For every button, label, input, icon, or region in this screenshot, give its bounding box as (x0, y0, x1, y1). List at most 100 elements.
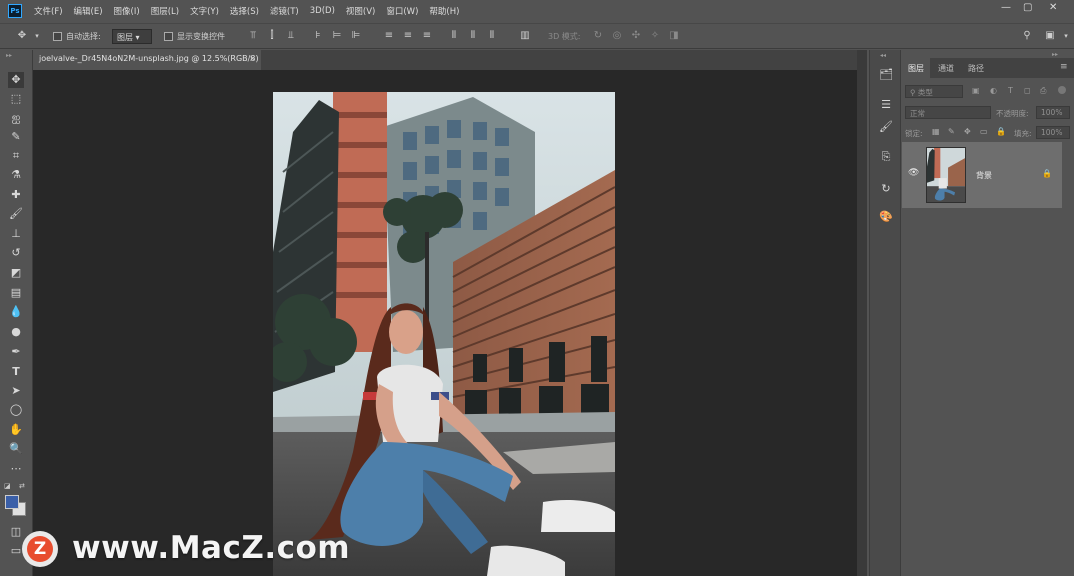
lock-position-icon[interactable]: ✥ (964, 127, 971, 136)
tab-channels[interactable]: 通道 (932, 58, 960, 78)
menu-help[interactable]: 帮助(H) (429, 5, 459, 17)
search-icon[interactable]: ⚲ (1021, 30, 1033, 42)
foreground-color-swatch[interactable] (5, 495, 19, 509)
layer-filter-dropdown[interactable]: ⚲ 类型 (905, 85, 963, 98)
distribute-top-icon[interactable]: ≡ (383, 30, 395, 42)
brush-settings-icon[interactable]: 🖌 (877, 118, 895, 136)
show-transform-checkbox[interactable] (164, 32, 173, 41)
dock-collapse-icon[interactable]: ◂◂ (880, 52, 886, 59)
lock-all-icon[interactable]: 🔒 (996, 127, 1006, 136)
3d-drag-icon[interactable]: ✣ (630, 30, 642, 42)
canvas-area[interactable] (33, 70, 857, 576)
ellipse-tool-icon[interactable]: ◯ (8, 402, 24, 418)
path-select-tool-icon[interactable]: ➤ (8, 383, 24, 399)
more-tools-icon[interactable]: ⋯ (8, 461, 24, 477)
align-hcenter-icon[interactable]: ⊨ (331, 30, 343, 42)
healing-brush-tool-icon[interactable]: ✚ (8, 187, 24, 203)
quick-select-tool-icon[interactable]: ✎ (8, 129, 24, 145)
align-left-icon[interactable]: ⊧ (312, 30, 324, 42)
rotate-panel-icon[interactable]: ↻ (877, 180, 895, 198)
visibility-eye-icon[interactable]: 👁 (908, 168, 919, 178)
minimize-button[interactable]: — (1001, 2, 1011, 13)
gradient-tool-icon[interactable]: ▤ (8, 285, 24, 301)
menu-3d[interactable]: 3D(D) (310, 6, 335, 16)
eyedropper-tool-icon[interactable]: ⚗ (8, 167, 24, 183)
menu-filter[interactable]: 滤镜(T) (270, 5, 299, 17)
filter-toggle[interactable] (1058, 86, 1066, 94)
3d-scale-icon[interactable]: ◨ (668, 30, 680, 42)
distribute-vcenter-icon[interactable]: ≡ (402, 30, 414, 42)
filter-smart-icon[interactable]: ⎙ (1040, 86, 1046, 96)
toolbar-grip-icon[interactable]: ▸▸ (6, 52, 26, 59)
lock-artboard-icon[interactable]: ▭ (980, 127, 988, 136)
type-tool-icon[interactable]: T (8, 364, 24, 380)
auto-select-checkbox[interactable] (53, 32, 62, 41)
auto-select-target-dropdown[interactable]: 图层 ▾ (112, 29, 152, 44)
eraser-tool-icon[interactable]: ◩ (8, 265, 24, 281)
3d-slide-icon[interactable]: ✧ (649, 30, 661, 42)
move-tool-icon[interactable]: ✥ (8, 72, 24, 88)
blur-tool-icon[interactable]: 💧 (8, 304, 24, 320)
clone-stamp-tool-icon[interactable]: ⊥ (8, 226, 24, 242)
3d-roll-icon[interactable]: ◎ (611, 30, 623, 42)
blend-mode-dropdown[interactable]: 正常 (905, 106, 991, 119)
align-vcenter-icon[interactable]: ⫿ (266, 30, 278, 42)
panel-collapse-icon[interactable]: ▸▸ (1052, 51, 1058, 58)
align-top-icon[interactable]: ⫪ (247, 30, 259, 42)
pen-tool-icon[interactable]: ✒ (8, 344, 24, 360)
menu-select[interactable]: 选择(S) (230, 5, 259, 17)
swap-colors-icon[interactable]: ⇄ (19, 482, 25, 490)
align-right-icon[interactable]: ⊫ (350, 30, 362, 42)
chevron-down-icon[interactable]: ▾ (31, 30, 43, 42)
menu-view[interactable]: 视图(V) (346, 5, 375, 17)
layer-name[interactable]: 背景 (976, 170, 992, 181)
zoom-tool-icon[interactable]: 🔍 (8, 441, 24, 457)
default-colors-icon[interactable]: ◪ (4, 482, 11, 490)
opacity-field[interactable]: 100% (1036, 106, 1070, 119)
document-image[interactable] (273, 92, 615, 576)
distribute-left-icon[interactable]: ⦀ (448, 30, 460, 42)
quick-mask-icon[interactable]: ◫ (8, 524, 24, 540)
menu-window[interactable]: 窗口(W) (386, 5, 418, 17)
tab-paths[interactable]: 路径 (962, 58, 990, 78)
menu-layer[interactable]: 图层(L) (151, 5, 179, 17)
filter-adjustment-icon[interactable]: ◐ (990, 86, 997, 95)
move-tool-preset-icon[interactable]: ✥ (16, 30, 28, 42)
close-tab-icon[interactable]: × (249, 54, 256, 63)
color-palette-icon[interactable]: 🎨 (877, 208, 895, 226)
align-bottom-icon[interactable]: ⫫ (285, 30, 297, 42)
distribute-hcenter-icon[interactable]: ⦀ (467, 30, 479, 42)
close-button[interactable]: ✕ (1049, 2, 1057, 13)
clone-source-icon[interactable]: ⎘ (877, 148, 895, 166)
history-brush-tool-icon[interactable]: ↺ (8, 245, 24, 261)
layer-lock-icon[interactable]: 🔒 (1042, 169, 1052, 178)
lock-transparent-icon[interactable]: ▦ (932, 127, 940, 136)
menu-edit[interactable]: 编辑(E) (74, 5, 103, 17)
document-tab[interactable]: joelvalve-_Dr45N4oN2M-unsplash.jpg @ 12.… (33, 50, 261, 70)
crop-tool-icon[interactable]: ⌗ (8, 148, 24, 164)
vertical-scrollbar[interactable] (857, 50, 867, 576)
lock-pixels-icon[interactable]: ✎ (948, 127, 955, 136)
menu-type[interactable]: 文字(Y) (190, 5, 219, 17)
filter-shape-icon[interactable]: ◻ (1024, 86, 1031, 95)
distribute-right-icon[interactable]: ⦀ (486, 30, 498, 42)
menu-image[interactable]: 图像(I) (114, 5, 140, 17)
adjustments-panel-icon[interactable]: ☰ (877, 96, 895, 114)
workspace-chevron-icon[interactable]: ▾ (1060, 30, 1072, 42)
brush-tool-icon[interactable]: 🖌 (8, 206, 24, 222)
filter-pixel-icon[interactable]: ▣ (972, 86, 980, 95)
marquee-tool-icon[interactable]: ⬚ (8, 91, 24, 107)
hand-tool-icon[interactable]: ✋ (8, 422, 24, 438)
3d-rotate-icon[interactable]: ↻ (592, 30, 604, 42)
maximize-button[interactable]: ▢ (1023, 2, 1032, 13)
filter-type-icon[interactable]: T (1008, 86, 1013, 95)
fill-field[interactable]: 100% (1036, 126, 1070, 139)
lasso-tool-icon[interactable]: ஐ (8, 110, 24, 126)
history-panel-icon[interactable]: 🗂 (877, 66, 895, 84)
workspace-icon[interactable]: ▣ (1044, 30, 1056, 42)
dodge-tool-icon[interactable]: ● (8, 324, 24, 340)
layer-row[interactable]: 👁 背景 🔒 (902, 142, 1062, 208)
auto-align-icon[interactable]: ▥ (519, 30, 531, 42)
menu-file[interactable]: 文件(F) (34, 5, 63, 17)
tab-layers[interactable]: 图层 (902, 58, 930, 78)
